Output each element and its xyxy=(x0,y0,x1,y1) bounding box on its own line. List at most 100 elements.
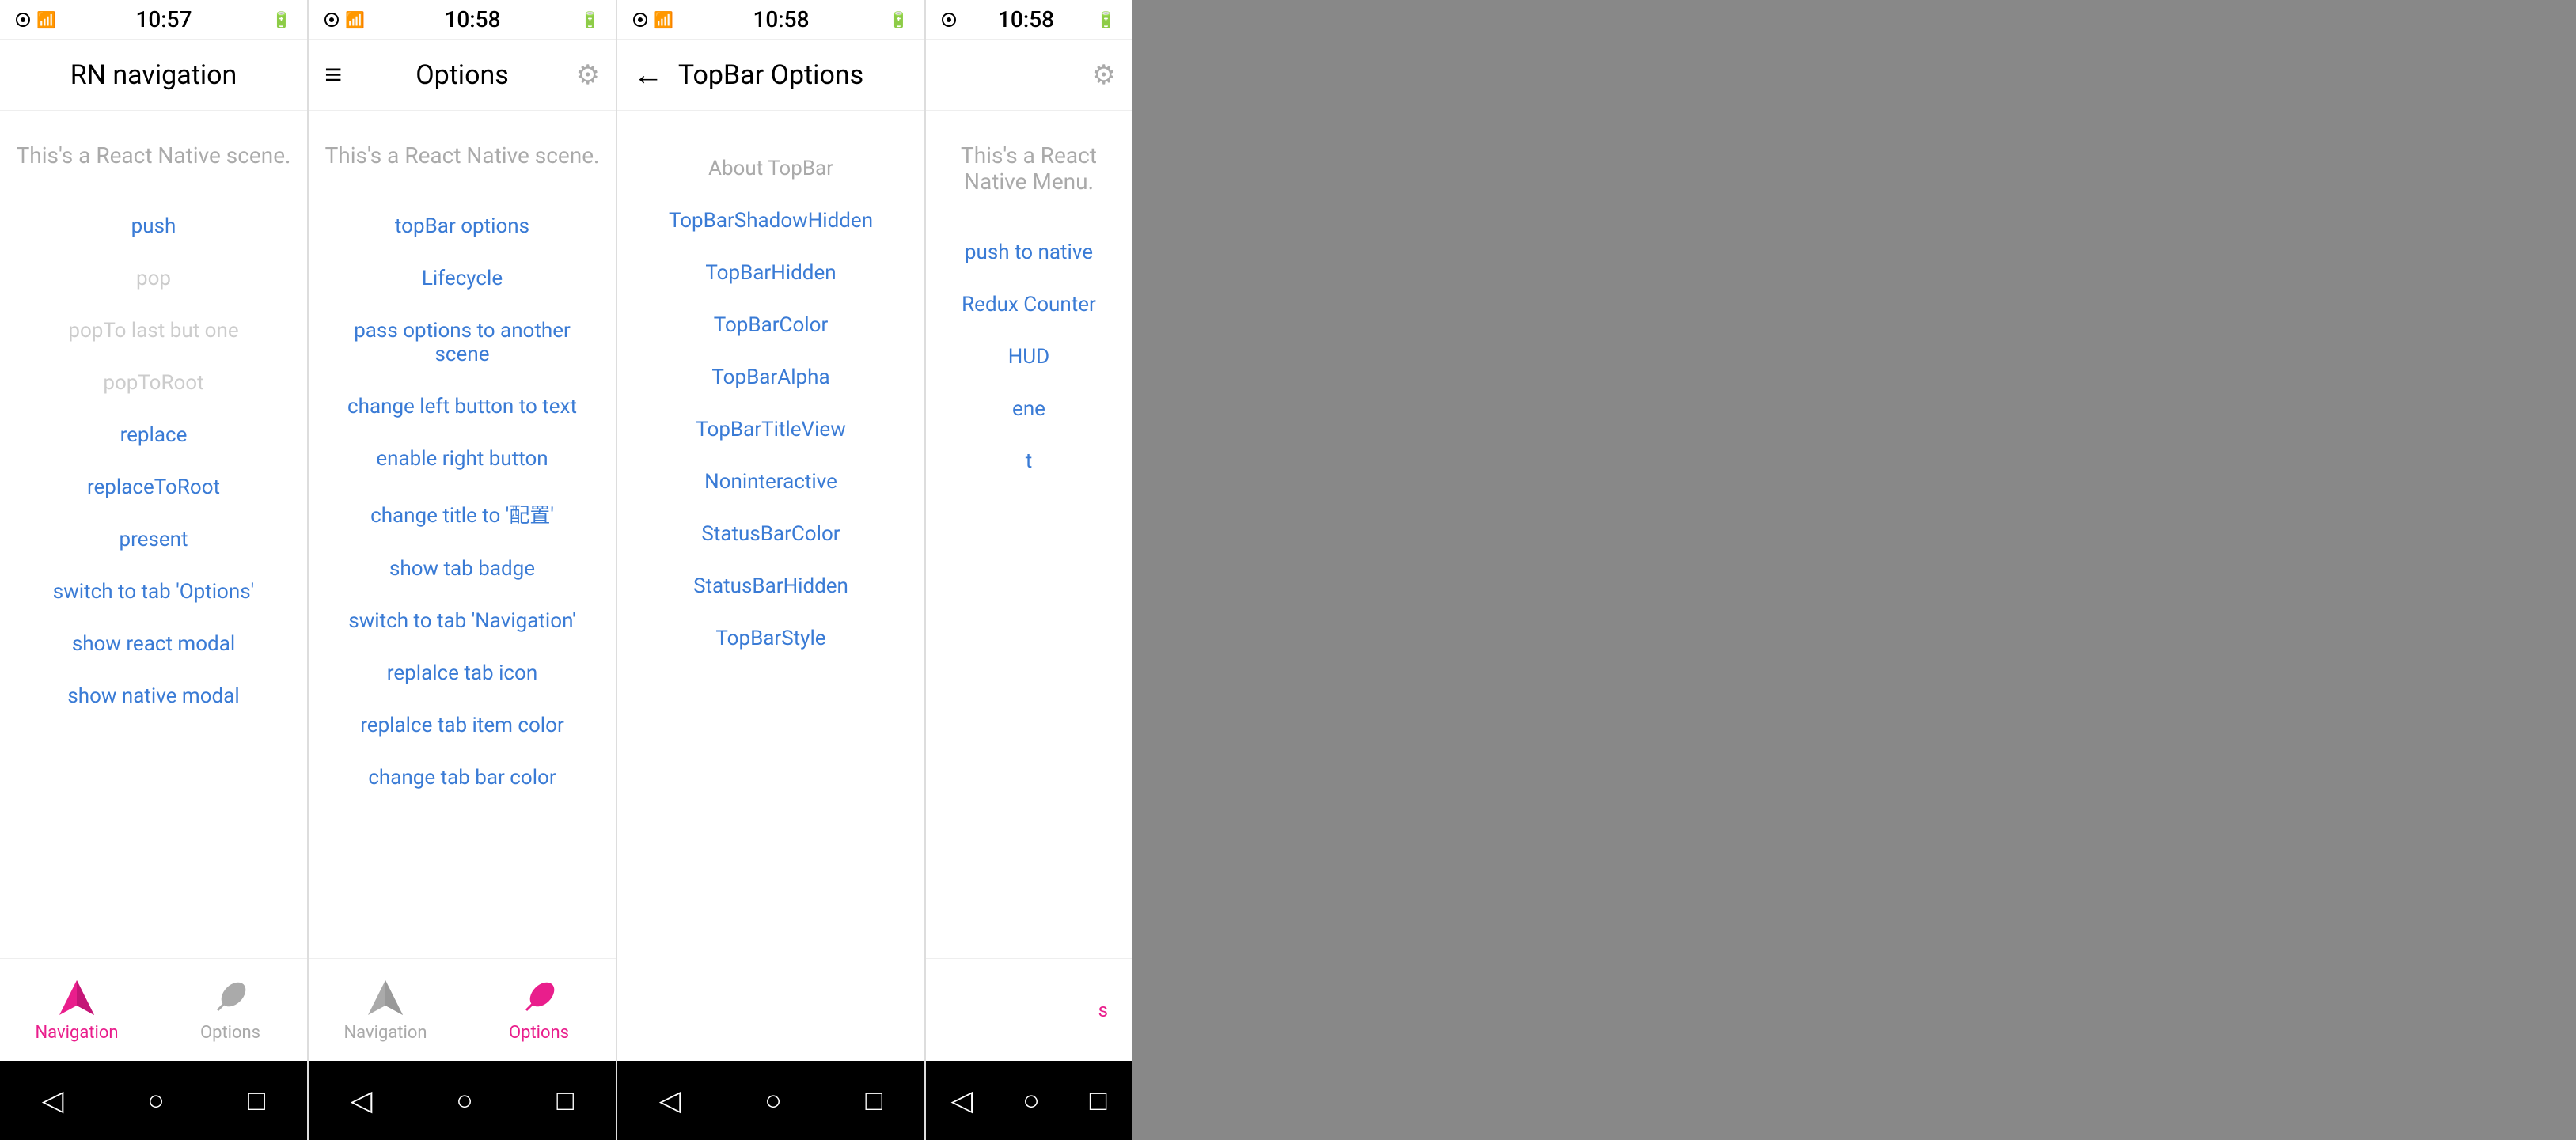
link-statusbarcolor[interactable]: StatusBarColor xyxy=(633,508,909,560)
scene-text-4: This's a React Native Menu. xyxy=(942,142,1116,195)
top-bar-title-1: RN navigation xyxy=(70,59,237,91)
back-button-2[interactable]: ◁ xyxy=(351,1084,373,1117)
empty-tabs-3 xyxy=(617,958,924,1061)
link-push-to-native[interactable]: push to native xyxy=(942,226,1116,278)
tab-label-navigation-1: Navigation xyxy=(35,1023,118,1043)
link-push[interactable]: push xyxy=(16,200,291,252)
top-bar-4: ⚙ xyxy=(926,40,1132,111)
content-1: This's a React Native scene. push pop po… xyxy=(0,111,307,958)
link-topbarcolor[interactable]: TopBarColor xyxy=(633,299,909,351)
link-replace-tab-color[interactable]: replalce tab item color xyxy=(324,699,600,752)
screen-3: 📶 10:58 🔋 ← TopBar Options About TopBar … xyxy=(617,0,926,1140)
link-pass-options[interactable]: pass options to another scene xyxy=(324,305,600,381)
back-icon-3[interactable]: ← xyxy=(633,58,663,93)
link-enable-right-button[interactable]: enable right button xyxy=(324,433,600,485)
link-change-tab-bar-color[interactable]: change tab bar color xyxy=(324,752,600,804)
link-change-title[interactable]: change title to '配置' xyxy=(324,485,600,543)
link-pop[interactable]: pop xyxy=(16,252,291,305)
settings-icon-4[interactable]: ⚙ xyxy=(1092,59,1116,91)
tab-options-2[interactable]: Options xyxy=(462,977,616,1043)
recents-button-2[interactable]: □ xyxy=(556,1084,574,1117)
settings-icon-2[interactable]: ⚙ xyxy=(576,59,600,91)
time-1: 10:57 xyxy=(135,6,192,32)
link-lifecycle[interactable]: Lifecycle xyxy=(324,252,600,305)
recents-button-1[interactable]: □ xyxy=(248,1084,265,1117)
link-replace[interactable]: replace xyxy=(16,409,291,461)
link-showreactmodal[interactable]: show react modal xyxy=(16,618,291,670)
link-switch-to-nav[interactable]: switch to tab 'Navigation' xyxy=(324,595,600,647)
tab-navigation-2[interactable]: Navigation xyxy=(309,977,462,1043)
tab-label-navigation-2: Navigation xyxy=(343,1023,427,1043)
top-bar-1: RN navigation xyxy=(0,40,307,111)
battery-icon-3: 🔋 xyxy=(889,10,909,29)
signal-icon-2: 📶 xyxy=(345,10,365,29)
nav-bar-4: ◁ ○ □ xyxy=(926,1061,1132,1140)
wifi-icon-4 xyxy=(942,13,956,27)
time-4: 10:58 xyxy=(998,6,1054,32)
back-button-1[interactable]: ◁ xyxy=(42,1084,64,1117)
screen-4-partial: 10:58 🔋 ⚙ This's a React Native Menu. pu… xyxy=(926,0,1132,1140)
options-tab-icon-2 xyxy=(518,977,560,1018)
link-change-left-button[interactable]: change left button to text xyxy=(324,381,600,433)
link-topbarshadowhidden[interactable]: TopBarShadowHidden xyxy=(633,195,909,247)
top-bar-title-3: TopBar Options xyxy=(678,59,863,91)
partial-tabs-4: s xyxy=(926,958,1132,1061)
wifi-icon-2 xyxy=(324,13,339,27)
top-bar-2: ≡ Options ⚙ xyxy=(309,40,616,111)
home-button-3[interactable]: ○ xyxy=(764,1084,782,1117)
navigation-tab-icon-2 xyxy=(365,977,406,1018)
link-noninteractive[interactable]: Noninteractive xyxy=(633,456,909,508)
link-hud[interactable]: HUD xyxy=(942,331,1116,383)
link-topbartitleview[interactable]: TopBarTitleView xyxy=(633,403,909,456)
battery-icon-2: 🔋 xyxy=(580,10,600,29)
time-2: 10:58 xyxy=(444,6,500,32)
tab-navigation-1[interactable]: Navigation xyxy=(0,977,154,1043)
link-partial-2[interactable]: t xyxy=(942,435,1116,487)
bottom-tabs-2: Navigation Options xyxy=(309,958,616,1061)
link-show-tab-badge[interactable]: show tab badge xyxy=(324,543,600,595)
link-topbar-options[interactable]: topBar options xyxy=(324,200,600,252)
link-topbaralpha[interactable]: TopBarAlpha xyxy=(633,351,909,403)
content-2: This's a React Native scene. topBar opti… xyxy=(309,111,616,958)
link-topbarhidden[interactable]: TopBarHidden xyxy=(633,247,909,299)
scene-text-2: This's a React Native scene. xyxy=(325,142,600,169)
signal-icon-3: 📶 xyxy=(654,10,673,29)
link-popto[interactable]: popTo last but one xyxy=(16,305,291,357)
wifi-icon-3 xyxy=(633,13,647,27)
nav-bar-3: ◁ ○ □ xyxy=(617,1061,924,1140)
link-poptoroot[interactable]: popToRoot xyxy=(16,357,291,409)
home-button-4[interactable]: ○ xyxy=(1022,1084,1040,1117)
back-button-4[interactable]: ◁ xyxy=(950,1084,973,1117)
status-bar-2: 📶 10:58 🔋 xyxy=(309,0,616,40)
link-redux-counter[interactable]: Redux Counter xyxy=(942,278,1116,331)
home-button-1[interactable]: ○ xyxy=(147,1084,165,1117)
link-replacetoroot[interactable]: replaceToRoot xyxy=(16,461,291,513)
content-4: This's a React Native Menu. push to nati… xyxy=(926,111,1132,958)
menu-icon-2[interactable]: ≡ xyxy=(324,58,342,93)
section-header-3: About TopBar xyxy=(633,142,909,195)
status-icons-left-2: 📶 xyxy=(324,10,365,29)
status-bar-1: 📶 10:57 🔋 xyxy=(0,0,307,40)
tab-options-1[interactable]: Options xyxy=(154,977,307,1043)
link-statusbarhidden[interactable]: StatusBarHidden xyxy=(633,560,909,612)
tab-label-options-2: Options xyxy=(509,1023,569,1043)
status-icons-left-1: 📶 xyxy=(16,10,56,29)
time-3: 10:58 xyxy=(753,6,809,32)
link-partial-1[interactable]: ene xyxy=(942,383,1116,435)
link-switchtooptions[interactable]: switch to tab 'Options' xyxy=(16,566,291,618)
content-3: About TopBar TopBarShadowHidden TopBarHi… xyxy=(617,111,924,958)
recents-button-4[interactable]: □ xyxy=(1090,1084,1107,1117)
link-present[interactable]: present xyxy=(16,513,291,566)
home-button-2[interactable]: ○ xyxy=(456,1084,473,1117)
signal-icon-1: 📶 xyxy=(36,10,56,29)
top-bar-3: ← TopBar Options xyxy=(617,40,924,111)
link-shownativemodal[interactable]: show native modal xyxy=(16,670,291,722)
options-tab-icon-1 xyxy=(210,977,251,1018)
link-replace-tab-icon[interactable]: replalce tab icon xyxy=(324,647,600,699)
partial-tab-label-4: s xyxy=(1098,999,1108,1021)
link-topbarstyle[interactable]: TopBarStyle xyxy=(633,612,909,665)
recents-button-3[interactable]: □ xyxy=(865,1084,882,1117)
status-icons-left-3: 📶 xyxy=(633,10,673,29)
back-button-3[interactable]: ◁ xyxy=(659,1084,681,1117)
nav-bar-2: ◁ ○ □ xyxy=(309,1061,616,1140)
